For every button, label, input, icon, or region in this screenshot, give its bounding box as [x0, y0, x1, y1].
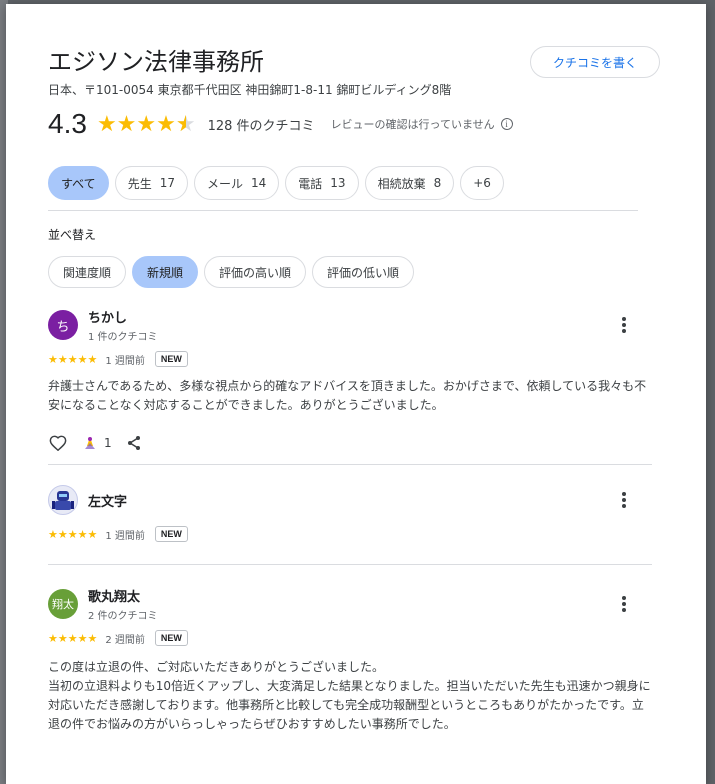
star-icon: ★ — [156, 111, 176, 137]
reaction-icon[interactable] — [80, 433, 100, 453]
reviewer-review-count: 1 件のクチコミ — [88, 332, 158, 343]
divider — [48, 210, 638, 211]
reaction-count: 1 — [104, 436, 112, 450]
filter-chip-phone[interactable]: 電話 13 — [285, 166, 359, 200]
filter-chip-label: メール — [206, 176, 243, 191]
average-rating: 4.3 — [48, 108, 87, 139]
filter-chip-more[interactable]: +6 — [460, 166, 504, 200]
review-item: ち ちかし 1 件のクチコミ ★★★★★ 1 週間前 NEW 弁護士さんであるた… — [48, 307, 652, 453]
sort-options: 関連度順 新規順 評価の高い順 評価の低い順 — [48, 256, 415, 288]
reviewer-name[interactable]: 歌丸翔太 — [88, 586, 158, 605]
filter-chip-count: 8 — [433, 176, 442, 190]
review-time: 1 週間前 — [105, 530, 145, 542]
filter-chip-count: 13 — [330, 176, 346, 190]
more-options-icon[interactable] — [616, 315, 632, 335]
review-count: 128 件のクチコミ — [207, 118, 315, 134]
reviewer-name[interactable]: ちかし — [88, 307, 158, 326]
sort-label: 並べ替え — [48, 228, 97, 242]
review-text-line: 当初の立退料よりも10倍近くアップし、大変満足した結果となりました。担当いただい… — [48, 679, 651, 731]
review-stars: ★★★★★ — [48, 352, 98, 366]
write-review-button[interactable]: クチコミを書く — [530, 46, 660, 78]
review-time: 1 週間前 — [105, 355, 145, 367]
new-badge: NEW — [154, 351, 188, 367]
filter-chip-label: 相続放棄 — [377, 176, 426, 191]
star-icon: ★ — [136, 111, 157, 137]
review-time: 2 週間前 — [105, 634, 145, 646]
rating-summary: 4.3 ★★★★★★ 128 件のクチコミ レビューの確認は行っていません i — [48, 108, 513, 140]
review-item: 左文字 ★★★★★ 1 週間前 NEW — [48, 484, 652, 542]
avatar[interactable] — [48, 485, 78, 515]
filter-chip-mail[interactable]: メール 14 — [193, 166, 280, 200]
avatar[interactable]: 翔太 — [48, 589, 78, 619]
star-icon: ★ — [116, 111, 137, 137]
reviews-dialog: エジソン法律事務所 日本、〒101-0054 東京都千代田区 神田錦町1-8-1… — [6, 4, 706, 784]
topic-filter-chips: すべて 先生 17 メール 14 電話 13 相続放棄 8 +6 — [48, 166, 504, 200]
divider — [48, 464, 652, 465]
filter-chip-teacher[interactable]: 先生 17 — [114, 166, 188, 200]
verification-note: レビューの確認は行っていません — [330, 118, 495, 131]
sort-relevance[interactable]: 関連度順 — [48, 256, 127, 288]
filter-chip-all[interactable]: すべて — [48, 166, 109, 200]
review-item: 翔太 歌丸翔太 2 件のクチコミ ★★★★★ 2 週間前 NEW この度は立退の… — [48, 586, 652, 734]
reviewer-name[interactable]: 左文字 — [88, 491, 127, 510]
place-header: エジソン法律事務所 日本、〒101-0054 東京都千代田区 神田錦町1-8-1… — [48, 42, 451, 98]
filter-chip-count: 14 — [251, 176, 267, 190]
review-text-line: この度は立退の件、ご対応いただきありがとうございました。 — [48, 660, 385, 674]
avatar[interactable]: ち — [48, 310, 78, 340]
review-stars: ★★★★★ — [48, 527, 98, 541]
place-address: 日本、〒101-0054 東京都千代田区 神田錦町1-8-11 錦町ビルディング… — [48, 83, 452, 97]
new-badge: NEW — [154, 630, 188, 646]
sort-highest[interactable]: 評価の高い順 — [204, 256, 307, 288]
new-badge: NEW — [154, 526, 188, 542]
filter-chip-inheritance[interactable]: 相続放棄 8 — [364, 166, 455, 200]
more-options-icon[interactable] — [616, 594, 632, 614]
review-stars: ★★★★★ — [48, 631, 98, 645]
sort-lowest[interactable]: 評価の低い順 — [312, 256, 415, 288]
sort-newest[interactable]: 新規順 — [132, 256, 199, 288]
like-icon[interactable] — [48, 433, 68, 453]
star-icon: ★ — [96, 111, 117, 137]
filter-chip-label: 先生 — [127, 176, 152, 191]
info-icon[interactable]: i — [500, 118, 513, 130]
filter-chip-label: 電話 — [298, 176, 323, 191]
divider — [48, 564, 652, 565]
filter-chip-label: すべて — [61, 176, 96, 191]
rating-stars: ★★★★★★ — [97, 112, 196, 137]
half-star-icon: ★★ — [175, 111, 196, 137]
place-title: エジソン法律事務所 — [48, 48, 264, 76]
filter-chip-label: +6 — [473, 176, 491, 190]
review-text: 弁護士さんであるため、多様な視点から的確なアドバイスを頂きました。おかげさまで、… — [48, 379, 647, 412]
more-options-icon[interactable] — [616, 490, 632, 510]
filter-chip-count: 17 — [159, 176, 175, 190]
reviewer-review-count: 2 件のクチコミ — [88, 611, 158, 622]
share-icon[interactable] — [124, 433, 144, 453]
